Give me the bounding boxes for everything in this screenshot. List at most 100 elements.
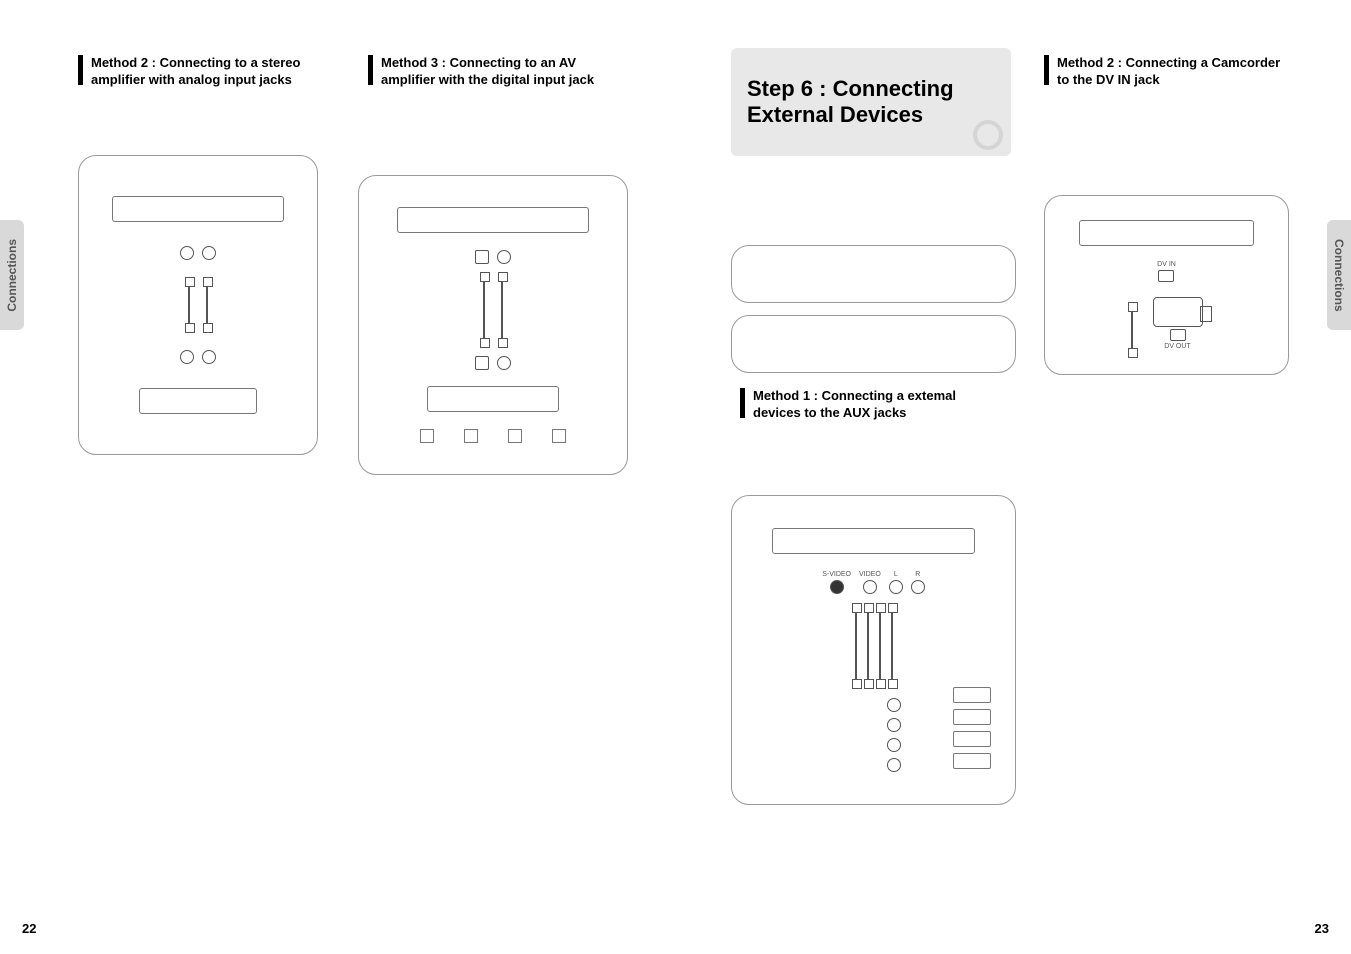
heading-method1-aux: Method 1 : Connecting a extemal devices … (740, 388, 983, 422)
vcr-mini-icon (953, 709, 991, 725)
jack-row (180, 350, 216, 364)
external-jack-column (887, 698, 901, 772)
optical-jack-icon (475, 250, 489, 264)
side-tab-right: Connections (1327, 220, 1351, 330)
dvout-port-icon (1170, 329, 1186, 341)
speaker-row (420, 429, 566, 443)
stb-mini-icon (953, 731, 991, 747)
av-amplifier-icon (427, 386, 560, 412)
cable-icon (501, 280, 503, 340)
step-heading-box: Step 6 : Connecting External Devices (731, 48, 1011, 156)
page-right: Connections Step 6 : Connecting External… (676, 0, 1351, 954)
camcorder-mini-icon (953, 687, 991, 703)
dvin-port-group: DV IN (1157, 261, 1176, 282)
heading-text: Method 1 : Connecting a extemal devices … (753, 388, 983, 422)
jack-icon (180, 350, 194, 364)
dvin-port-icon (1158, 270, 1174, 282)
ext-jack-icon (887, 718, 901, 732)
speaker-icon (508, 429, 522, 443)
jack-icon (180, 246, 194, 260)
cable-bundle (855, 611, 893, 681)
page-number-right: 23 (1315, 921, 1329, 936)
heading-text: Method 3 : Connecting to an AV amplifier… (381, 55, 611, 89)
aux-port-row: S-VIDEO VIDEO L R (822, 571, 925, 594)
port-label: R (915, 571, 920, 578)
dvout-label: DV OUT (1164, 343, 1190, 350)
diagram-content: DV IN DV OUT (1057, 205, 1276, 365)
speaker-icon (420, 429, 434, 443)
decorative-circle-icon (973, 120, 1003, 150)
jack-row (180, 246, 216, 260)
dv-cable-icon (1131, 310, 1133, 350)
dvin-label: DV IN (1157, 261, 1176, 268)
port-group: VIDEO (859, 571, 881, 594)
ext-jack-icon (887, 738, 901, 752)
amplifier-front-icon (139, 388, 257, 414)
heading-method2-camcorder: Method 2 : Connecting a Camcorder to the… (1044, 55, 1287, 89)
coaxial-jack-icon (497, 250, 511, 264)
cable-icon (891, 611, 893, 681)
heading-method3-digital: Method 3 : Connecting to an AV amplifier… (368, 55, 611, 89)
port-group: L (889, 571, 903, 594)
ext-jack-icon (887, 758, 901, 772)
heading-bar-icon (368, 55, 373, 85)
diagram-content (91, 171, 305, 439)
dvd-recorder-front-icon (1079, 220, 1254, 246)
diagram-av-digital (358, 175, 628, 475)
audio-l-jack-icon (889, 580, 903, 594)
step-title-line2: External Devices (747, 102, 995, 128)
port-group: R (911, 571, 925, 594)
port-label: L (894, 571, 898, 578)
heading-text: Method 2 : Connecting to a stereo amplif… (91, 55, 321, 89)
audio-r-jack-icon (911, 580, 925, 594)
dvd-recorder-rear-icon (397, 207, 590, 233)
jack-icon (202, 350, 216, 364)
diagram-content: S-VIDEO VIDEO L R (746, 511, 1001, 788)
dvd-mini-icon (953, 753, 991, 769)
diagram-camcorder-dvin: DV IN DV OUT (1044, 195, 1289, 375)
heading-text: Method 2 : Connecting a Camcorder to the… (1057, 55, 1287, 89)
side-tab-label: Connections (5, 239, 19, 312)
cable-icon (483, 280, 485, 340)
side-tab-label: Connections (1332, 239, 1346, 312)
cable-icon (855, 611, 857, 681)
heading-method2-stereo: Method 2 : Connecting to a stereo amplif… (78, 55, 321, 89)
dvd-recorder-front-icon (772, 528, 976, 554)
dvd-recorder-rear-icon (112, 196, 283, 222)
placeholder-frame-2 (731, 315, 1016, 373)
cable-icon (867, 611, 869, 681)
coaxial-jack-icon (497, 356, 511, 370)
jack-row (475, 356, 511, 370)
diagram-content (372, 191, 613, 459)
cable-pair (483, 280, 503, 340)
diagram-aux-external: S-VIDEO VIDEO L R (731, 495, 1016, 805)
placeholder-frame-1 (731, 245, 1016, 303)
jack-row (475, 250, 511, 264)
video-jack-icon (863, 580, 877, 594)
dv-cable-row: DV OUT (1057, 297, 1276, 350)
cable-icon (879, 611, 881, 681)
heading-bar-icon (78, 55, 83, 85)
page-number-left: 22 (22, 921, 36, 936)
port-label: VIDEO (859, 571, 881, 578)
heading-bar-icon (740, 388, 745, 418)
page-left: Connections Method 2 : Connecting to a s… (0, 0, 675, 954)
diagram-stereo-analog (78, 155, 318, 455)
heading-bar-icon (1044, 55, 1049, 85)
optical-jack-icon (475, 356, 489, 370)
camcorder-group: DV OUT (1153, 297, 1203, 350)
jack-icon (202, 246, 216, 260)
external-devices-stack (953, 687, 991, 769)
speaker-icon (552, 429, 566, 443)
cable-pair (188, 285, 208, 325)
step-title-line1: Step 6 : Connecting (747, 76, 995, 102)
speaker-icon (464, 429, 478, 443)
camcorder-icon (1153, 297, 1203, 327)
port-label: S-VIDEO (822, 571, 851, 578)
ext-jack-icon (887, 698, 901, 712)
svideo-jack-icon (830, 580, 844, 594)
port-group: S-VIDEO (822, 571, 851, 594)
side-tab-left: Connections (0, 220, 24, 330)
cable-icon (206, 285, 208, 325)
cable-icon (188, 285, 190, 325)
